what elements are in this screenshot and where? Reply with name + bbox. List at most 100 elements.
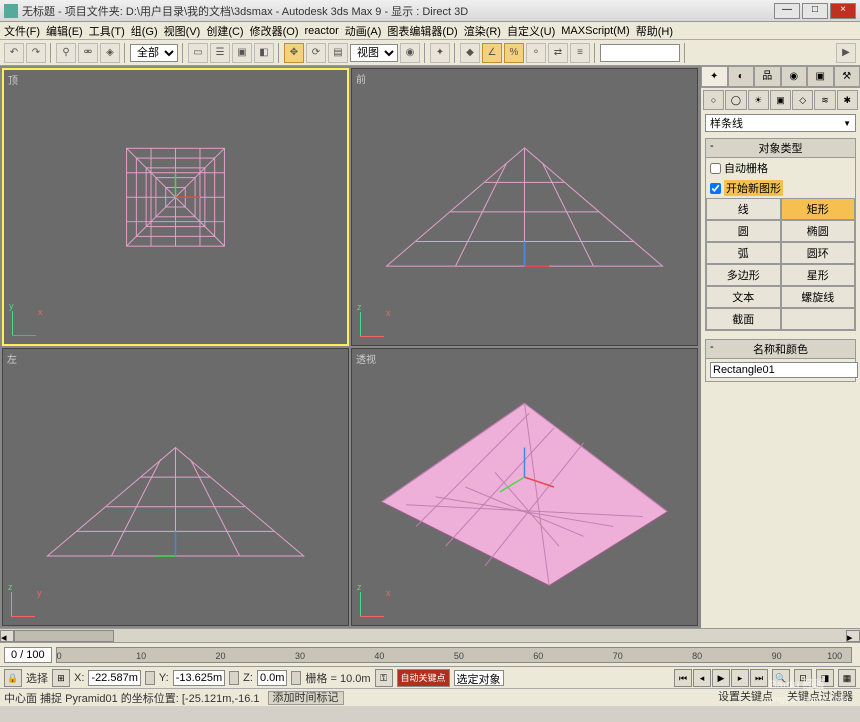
menu-modifiers[interactable]: 修改器(O) <box>250 23 299 39</box>
move-button[interactable]: ✥ <box>284 43 304 63</box>
btn-circle[interactable]: 圆 <box>706 220 781 242</box>
menu-edit[interactable]: 编辑(E) <box>46 23 83 39</box>
maximize-button[interactable]: □ <box>802 3 828 19</box>
percent-snap-button[interactable]: % <box>504 43 524 63</box>
btn-helix[interactable]: 螺旋线 <box>781 286 856 308</box>
viewport-top[interactable]: 顶 yx <box>2 68 349 346</box>
viewport-front[interactable]: 前 zx <box>351 68 698 346</box>
subtab-lights[interactable]: ☀ <box>748 90 769 110</box>
mirror-button[interactable]: ⇄ <box>548 43 568 63</box>
named-selection-set[interactable] <box>600 44 680 62</box>
time-slider[interactable]: 0 / 100 0 10 20 30 40 50 60 70 80 90 100 <box>0 642 860 666</box>
close-button[interactable]: × <box>830 3 856 19</box>
viewport-scrollbar[interactable]: ◂▸ <box>0 628 860 642</box>
tab-create[interactable]: ✦ <box>701 66 728 87</box>
btn-ngon[interactable]: 多边形 <box>706 264 781 286</box>
menu-customize[interactable]: 自定义(U) <box>507 23 555 39</box>
rollout-object-type[interactable]: -对象类型 <box>706 139 855 158</box>
fov-button[interactable]: ▦ <box>838 669 856 687</box>
menu-tools[interactable]: 工具(T) <box>89 23 125 39</box>
x-field[interactable]: -22.587m <box>88 670 140 686</box>
menu-animation[interactable]: 动画(A) <box>345 23 382 39</box>
frame-indicator[interactable]: 0 / 100 <box>4 647 52 663</box>
pivot-button[interactable]: ◉ <box>400 43 420 63</box>
autogrid-checkbox[interactable] <box>710 163 721 174</box>
startnewshape-checkbox[interactable] <box>710 183 721 194</box>
time-track[interactable]: 0 10 20 30 40 50 60 70 80 90 100 <box>56 647 852 663</box>
btn-star[interactable]: 星形 <box>781 264 856 286</box>
z-field[interactable]: 0.0m <box>257 670 287 686</box>
tab-motion[interactable]: ◉ <box>781 66 808 87</box>
command-panel: ✦ ◐ 品 ◉ ▣ ⚒ ○ ◯ ☀ ▣ ◇ ≋ ✱ 样条线▼ -对象类型 自动栅… <box>700 66 860 628</box>
link-button[interactable]: ⚲ <box>56 43 76 63</box>
tab-modify[interactable]: ◐ <box>728 66 755 87</box>
select-name-button[interactable]: ☰ <box>210 43 230 63</box>
auto-key-button[interactable]: 自动关键点 <box>397 669 450 687</box>
key-mode-button[interactable]: ⚿ <box>375 669 393 687</box>
ref-coord-system[interactable]: 视图 <box>350 44 398 62</box>
play-button[interactable]: ▶ <box>712 669 730 687</box>
zoom-button[interactable]: 🔍 <box>772 669 790 687</box>
btn-rectangle[interactable]: 矩形 <box>781 198 856 220</box>
rotate-button[interactable]: ⟳ <box>306 43 326 63</box>
select-region-button[interactable]: ▣ <box>232 43 252 63</box>
subtab-geometry[interactable]: ○ <box>703 90 724 110</box>
snap-button[interactable]: ◆ <box>460 43 480 63</box>
viewport-perspective[interactable]: 透视 zx <box>351 348 698 626</box>
tab-display[interactable]: ▣ <box>807 66 834 87</box>
key-target-select[interactable]: 选定对象 <box>454 670 504 686</box>
redo-button[interactable]: ↷ <box>26 43 46 63</box>
abs-rel-button[interactable]: ⊞ <box>52 669 70 687</box>
btn-section[interactable]: 截面 <box>706 308 781 330</box>
category-dropdown[interactable]: 样条线▼ <box>705 114 856 132</box>
btn-donut[interactable]: 圆环 <box>781 242 856 264</box>
viewport-left[interactable]: 左 zy <box>2 348 349 626</box>
subtab-systems[interactable]: ✱ <box>837 90 858 110</box>
btn-line[interactable]: 线 <box>706 198 781 220</box>
subtab-shapes[interactable]: ◯ <box>725 90 746 110</box>
zoom-extents-button[interactable]: ◨ <box>816 669 834 687</box>
subtab-helpers[interactable]: ◇ <box>792 90 813 110</box>
object-name-field[interactable] <box>710 362 858 378</box>
menu-reactor[interactable]: reactor <box>305 25 339 37</box>
subtab-cameras[interactable]: ▣ <box>770 90 791 110</box>
menu-file[interactable]: 文件(F) <box>4 23 40 39</box>
prev-frame-button[interactable]: ◂ <box>693 669 711 687</box>
bind-button[interactable]: ◈ <box>100 43 120 63</box>
goto-start-button[interactable]: ⏮ <box>674 669 692 687</box>
spinner-snap-button[interactable]: ⚬ <box>526 43 546 63</box>
unlink-button[interactable]: ⚮ <box>78 43 98 63</box>
time-tag-button[interactable]: 添加时间标记 <box>268 691 344 705</box>
select-button[interactable]: ▭ <box>188 43 208 63</box>
window-crossing-button[interactable]: ◧ <box>254 43 274 63</box>
menu-help[interactable]: 帮助(H) <box>636 23 673 39</box>
align-button[interactable]: ≡ <box>570 43 590 63</box>
tab-utilities[interactable]: ⚒ <box>834 66 860 87</box>
btn-arc[interactable]: 弧 <box>706 242 781 264</box>
render-button[interactable]: ▶ <box>836 43 856 63</box>
lock-selection-button[interactable]: 🔒 <box>4 669 22 687</box>
menu-group[interactable]: 组(G) <box>131 23 158 39</box>
menu-create[interactable]: 创建(C) <box>206 23 243 39</box>
tab-hierarchy[interactable]: 品 <box>754 66 781 87</box>
y-field[interactable]: -13.625m <box>173 670 225 686</box>
menu-views[interactable]: 视图(V) <box>164 23 201 39</box>
rollout-name-color[interactable]: -名称和颜色 <box>706 340 855 359</box>
undo-button[interactable]: ↶ <box>4 43 24 63</box>
goto-end-button[interactable]: ⏭ <box>750 669 768 687</box>
selection-filter[interactable]: 全部 <box>130 44 178 62</box>
menu-rendering[interactable]: 渲染(R) <box>464 23 501 39</box>
btn-ellipse[interactable]: 椭圆 <box>781 220 856 242</box>
scale-button[interactable]: ▤ <box>328 43 348 63</box>
set-key-button[interactable]: 设置关键点 <box>715 691 776 705</box>
subtab-spacewarps[interactable]: ≋ <box>814 90 835 110</box>
zoom-all-button[interactable]: ⊡ <box>794 669 812 687</box>
key-filters-button[interactable]: 关键点过滤器 <box>784 691 856 705</box>
btn-text[interactable]: 文本 <box>706 286 781 308</box>
select-manipulate-button[interactable]: ✦ <box>430 43 450 63</box>
menu-grapheditors[interactable]: 图表编辑器(D) <box>387 23 457 39</box>
next-frame-button[interactable]: ▸ <box>731 669 749 687</box>
menu-maxscript[interactable]: MAXScript(M) <box>561 25 629 37</box>
angle-snap-button[interactable]: ∠ <box>482 43 502 63</box>
minimize-button[interactable]: — <box>774 3 800 19</box>
